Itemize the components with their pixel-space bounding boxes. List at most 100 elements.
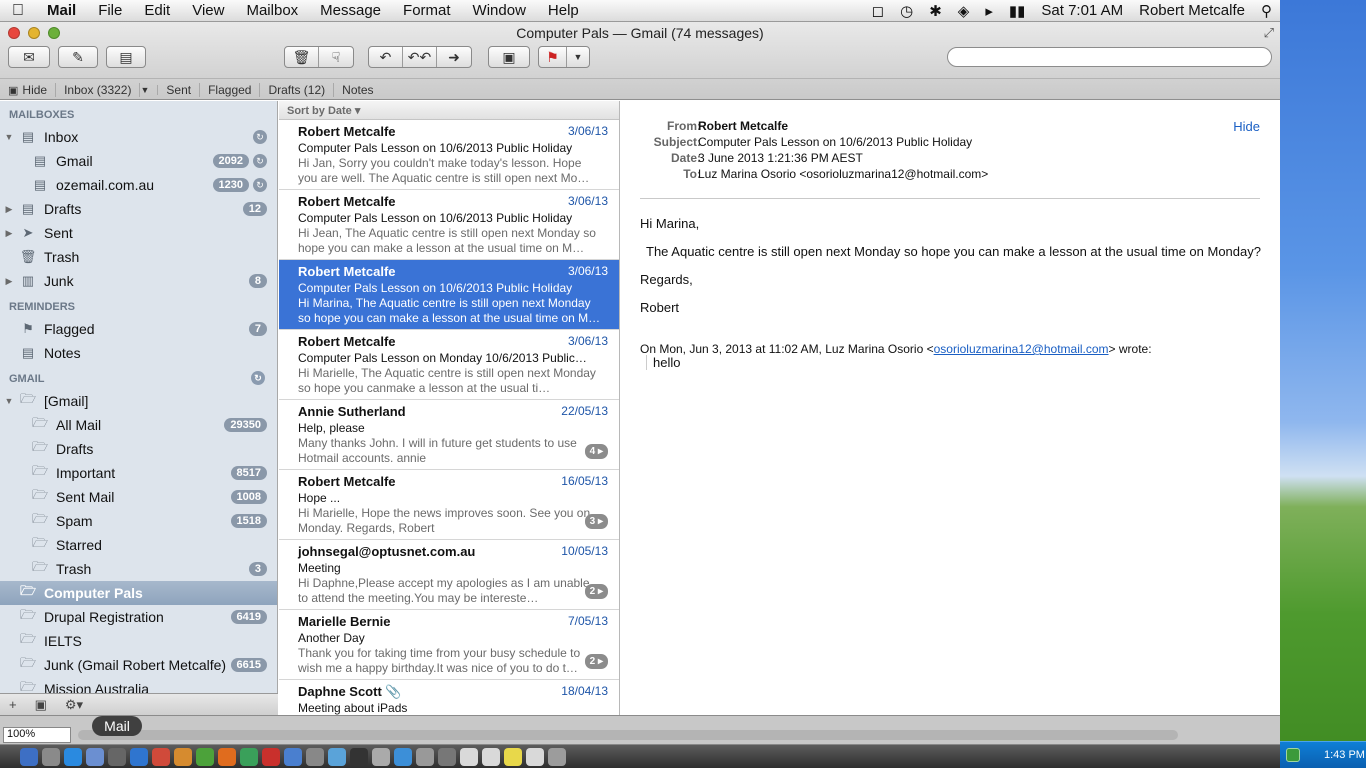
note-button[interactable]: ▤ bbox=[106, 46, 146, 68]
sidebar-item-trash[interactable]: 🗑 Trash bbox=[0, 245, 277, 269]
sidebar-item-junk-gmail[interactable]: 🗁 Junk (Gmail Robert Metcalfe) 6615 bbox=[0, 653, 277, 677]
trash-icon[interactable] bbox=[548, 747, 566, 766]
sidebar-item-sent-mail[interactable]: 🗁 Sent Mail 1008 bbox=[0, 485, 277, 509]
sidebar-item-all-mail[interactable]: 🗁 All Mail 29350 bbox=[0, 413, 277, 437]
menu-window[interactable]: Window bbox=[462, 2, 537, 19]
sidebar-item-drupal[interactable]: 🗁 Drupal Registration 6419 bbox=[0, 605, 277, 629]
sidebar-item-gmail-root[interactable]: ▼ 🗁 [Gmail] bbox=[0, 389, 277, 413]
menu-app[interactable]: Mail bbox=[36, 2, 87, 19]
sidebar-item-flagged[interactable]: ⚑ Flagged 7 bbox=[0, 317, 277, 341]
message-row[interactable]: Marielle Bernie 7/05/13 Another Day Than… bbox=[279, 610, 619, 680]
zoom-select[interactable]: 100% bbox=[3, 727, 71, 743]
favorite-inbox[interactable]: Inbox (3322) bbox=[56, 82, 141, 97]
get-mail-button[interactable]: ✉ bbox=[8, 46, 50, 68]
menu-help[interactable]: Help bbox=[537, 2, 590, 19]
hide-headers-link[interactable]: Hide bbox=[1233, 119, 1260, 134]
flag-icon[interactable]: ⚑ bbox=[539, 47, 567, 67]
sort-by-date[interactable]: Sort by Date ▾ bbox=[279, 101, 619, 120]
sidebar-item-drafts[interactable]: ▶ ▤ Drafts 12 bbox=[0, 197, 277, 221]
thread-count-badge[interactable]: 4 ▸ bbox=[584, 444, 608, 459]
firefox-icon[interactable] bbox=[218, 747, 236, 766]
disclosure-closed-icon[interactable]: ▶ bbox=[2, 204, 16, 215]
sidebar-item-junk[interactable]: ▶ ▥ Junk 8 bbox=[0, 269, 277, 293]
menu-view[interactable]: View bbox=[181, 2, 235, 19]
compose-button[interactable]: ✎ bbox=[58, 46, 98, 68]
message-row[interactable]: Robert Metcalfe 16/05/13 Hope ... Hi Mar… bbox=[279, 470, 619, 540]
horizontal-scrollbar[interactable] bbox=[78, 730, 1178, 740]
sidebar-item-notes[interactable]: ▤ Notes bbox=[0, 341, 277, 365]
launchpad-icon[interactable] bbox=[42, 747, 60, 766]
app-icon[interactable] bbox=[108, 747, 126, 766]
flag-menu-chevron-icon[interactable]: ▼ bbox=[567, 47, 589, 67]
finder-icon[interactable] bbox=[20, 747, 38, 766]
menu-mailbox[interactable]: Mailbox bbox=[235, 2, 309, 19]
sidebar-item-important[interactable]: 🗁 Important 8517 bbox=[0, 461, 277, 485]
app-icon[interactable] bbox=[416, 747, 434, 766]
disclosure-closed-icon[interactable]: ▶ bbox=[2, 228, 16, 239]
app-icon[interactable] bbox=[284, 747, 302, 766]
gear-icon[interactable]: ⚙▾ bbox=[56, 697, 92, 713]
trash-icon[interactable]: 🗑 bbox=[285, 47, 319, 67]
app-icon[interactable] bbox=[306, 747, 324, 766]
disclosure-open-icon[interactable]: ▼ bbox=[2, 396, 16, 406]
spotlight-search-icon[interactable]: ⚲ bbox=[1253, 2, 1280, 20]
junk-icon[interactable]: ☟ bbox=[319, 47, 353, 67]
apple-menu-icon[interactable]:  bbox=[0, 2, 36, 20]
message-row[interactable]: Daphne Scott 📎 18/04/13 Meeting about iP… bbox=[279, 680, 619, 715]
sidebar-item-spam[interactable]: 🗁 Spam 1518 bbox=[0, 509, 277, 533]
show-activity-icon[interactable]: ▣ bbox=[26, 697, 56, 713]
thread-count-badge[interactable]: 3 ▸ bbox=[584, 514, 608, 529]
message-row[interactable]: johnsegal@optusnet.com.au 10/05/13 Meeti… bbox=[279, 540, 619, 610]
thread-count-badge[interactable]: 2 ▸ bbox=[584, 654, 608, 669]
skype-icon[interactable] bbox=[394, 747, 412, 766]
app-icon[interactable] bbox=[174, 747, 192, 766]
app-icon[interactable] bbox=[152, 747, 170, 766]
bluetooth-icon[interactable]: ✱ bbox=[921, 2, 950, 20]
sync-icon[interactable]: ↻ bbox=[251, 371, 265, 385]
menu-file[interactable]: File bbox=[87, 2, 133, 19]
sidebar-item-starred[interactable]: 🗁 Starred bbox=[0, 533, 277, 557]
favorite-flagged[interactable]: Flagged bbox=[200, 82, 261, 97]
add-mailbox-icon[interactable]: + bbox=[0, 697, 26, 712]
app-icon[interactable] bbox=[130, 747, 148, 766]
menubar-user[interactable]: Robert Metcalfe bbox=[1131, 2, 1253, 19]
disclosure-open-icon[interactable]: ▼ bbox=[2, 132, 16, 142]
menu-message[interactable]: Message bbox=[309, 2, 392, 19]
battery-icon[interactable]: ▮▮ bbox=[1001, 2, 1034, 20]
inbox-chevron-icon[interactable]: ▼ bbox=[132, 84, 159, 95]
app-icon[interactable] bbox=[196, 747, 214, 766]
document-icon[interactable] bbox=[460, 747, 478, 766]
app-icon[interactable] bbox=[328, 747, 346, 766]
header-from-value[interactable]: Robert Metcalfe bbox=[698, 119, 788, 133]
message-row[interactable]: Annie Sutherland 22/05/13 Help, please M… bbox=[279, 400, 619, 470]
favorite-drafts[interactable]: Drafts (12) bbox=[260, 82, 335, 97]
thread-count-badge[interactable]: 2 ▸ bbox=[584, 584, 608, 599]
sidebar-item-gmail[interactable]: ▤ Gmail 2092 ↻ bbox=[0, 149, 277, 173]
sidebar-item-ozemail[interactable]: ▤ ozemail.com.au 1230 ↻ bbox=[0, 173, 277, 197]
sidebar-item-inbox[interactable]: ▼ ▤ Inbox ↻ bbox=[0, 125, 277, 149]
document-icon[interactable] bbox=[482, 747, 500, 766]
disclosure-closed-icon[interactable]: ▶ bbox=[2, 276, 16, 287]
quote-email-link[interactable]: osorioluzmarina12@hotmail.com bbox=[934, 342, 1109, 356]
header-to-value[interactable]: Luz Marina Osorio <osorioluzmarina12@hot… bbox=[698, 167, 988, 181]
favorite-notes[interactable]: Notes bbox=[334, 83, 381, 97]
sidebar-item-gmail-trash[interactable]: 🗁 Trash 3 bbox=[0, 557, 277, 581]
message-row[interactable]: Robert Metcalfe 3/06/13 Computer Pals Le… bbox=[279, 190, 619, 260]
terminal-icon[interactable] bbox=[350, 747, 368, 766]
sidebar-item-sent[interactable]: ▶ ➤ Sent bbox=[0, 221, 277, 245]
favorites-hide[interactable]: ▣ Hide bbox=[0, 82, 57, 97]
systray-clock[interactable]: 1:43 PM bbox=[1324, 749, 1365, 761]
mail-icon[interactable] bbox=[86, 747, 104, 766]
menu-edit[interactable]: Edit bbox=[133, 2, 181, 19]
reply-icon[interactable]: ↶ bbox=[369, 47, 403, 67]
app-icon[interactable] bbox=[372, 747, 390, 766]
sidebar-item-computer-pals[interactable]: 🗁 Computer Pals bbox=[0, 581, 277, 605]
time-machine-icon[interactable]: ◷ bbox=[892, 2, 921, 20]
security-shield-icon[interactable] bbox=[1286, 748, 1300, 762]
sidebar-item-gmail-drafts[interactable]: 🗁 Drafts bbox=[0, 437, 277, 461]
menubar-clock[interactable]: Sat 7:01 AM bbox=[1033, 2, 1131, 19]
fullscreen-icon[interactable]: ⤢ bbox=[1264, 25, 1274, 41]
app-icon[interactable] bbox=[438, 747, 456, 766]
chrome-icon[interactable] bbox=[240, 747, 258, 766]
reply-all-icon[interactable]: ↶↶ bbox=[403, 47, 437, 67]
